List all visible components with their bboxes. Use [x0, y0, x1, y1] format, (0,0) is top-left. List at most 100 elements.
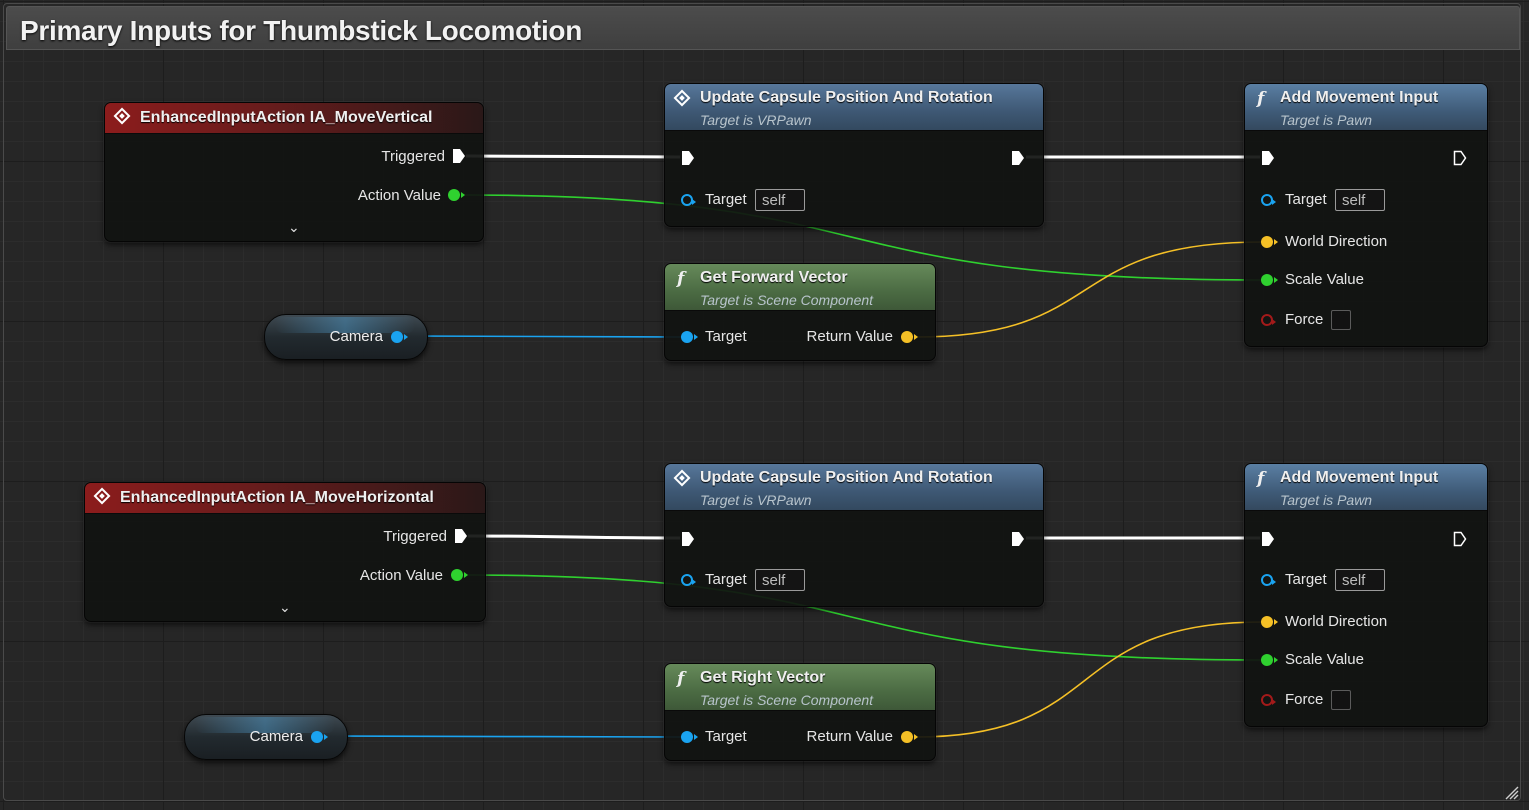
target-pin[interactable] [1261, 574, 1276, 586]
target-pin[interactable] [681, 194, 696, 206]
node-title: Get Right Vector [700, 669, 826, 686]
target-label: Target [1285, 191, 1327, 208]
triggered-exec-pin[interactable] [452, 148, 466, 164]
target-pin[interactable] [681, 331, 698, 343]
target-label: Target [705, 571, 747, 588]
object-wire[interactable] [325, 735, 683, 738]
node-title: EnhancedInputAction IA_MoveHorizontal [120, 489, 434, 506]
node-title: Add Movement Input [1280, 89, 1439, 106]
get-right-vector-node[interactable]: f Get Right Vector Target is Scene Compo… [664, 663, 936, 761]
target-self-field[interactable]: self [1335, 569, 1385, 591]
resize-grip-icon[interactable] [1505, 786, 1519, 800]
target-self-field[interactable]: self [1335, 189, 1385, 211]
return-value-label: Return Value [806, 728, 893, 745]
return-value-label: Return Value [806, 328, 893, 345]
force-checkbox[interactable] [1331, 310, 1351, 330]
action-value-pin[interactable] [448, 189, 465, 201]
camera-output-pin[interactable] [311, 731, 328, 743]
camera-label: Camera [249, 728, 303, 745]
exec-out-pin[interactable] [1453, 531, 1467, 547]
function-icon: f [1257, 469, 1265, 489]
exec-in-pin[interactable] [1261, 531, 1275, 547]
world-direction-label: World Direction [1285, 613, 1388, 630]
world-direction-pin[interactable] [1261, 616, 1278, 628]
node-subtitle: Target is Scene Component [700, 692, 874, 708]
exec-out-pin[interactable] [1011, 150, 1025, 166]
node-header: f Add Movement Input Target is Pawn [1245, 84, 1487, 131]
function-icon: f [677, 269, 685, 289]
function-icon: f [1257, 89, 1265, 109]
event-icon [93, 487, 111, 505]
target-label: Target [1285, 571, 1327, 588]
scale-value-pin[interactable] [1261, 654, 1278, 666]
event-node-move-vertical[interactable]: EnhancedInputAction IA_MoveVertical Trig… [104, 102, 484, 242]
expand-chevron-icon[interactable]: ⌄ [279, 599, 291, 616]
node-header: EnhancedInputAction IA_MoveVertical [105, 103, 483, 134]
node-header: Update Capsule Position And Rotation Tar… [665, 464, 1043, 511]
force-label: Force [1285, 691, 1324, 708]
node-subtitle: Target is VRPawn [700, 492, 812, 508]
scale-value-pin[interactable] [1261, 274, 1278, 286]
exec-wire[interactable] [467, 534, 681, 540]
node-header: Update Capsule Position And Rotation Tar… [665, 84, 1043, 131]
world-direction-label: World Direction [1285, 233, 1388, 250]
expand-chevron-icon[interactable]: ⌄ [288, 219, 300, 236]
vector-wire[interactable] [915, 241, 1263, 338]
exec-in-pin[interactable] [681, 531, 695, 547]
exec-out-pin[interactable] [1453, 150, 1467, 166]
force-checkbox[interactable] [1331, 690, 1351, 710]
camera-label: Camera [329, 328, 383, 345]
world-direction-pin[interactable] [1261, 236, 1278, 248]
function-icon: f [677, 669, 685, 689]
target-pin[interactable] [681, 731, 698, 743]
node-subtitle: Target is Pawn [1280, 112, 1373, 128]
exec-out-pin[interactable] [1011, 531, 1025, 547]
exec-wire[interactable] [465, 154, 681, 159]
vector-wire[interactable] [915, 621, 1263, 738]
force-pin[interactable] [1261, 694, 1276, 706]
event-icon [113, 107, 131, 125]
node-title: EnhancedInputAction IA_MoveVertical [140, 109, 433, 126]
node-header: f Get Forward Vector Target is Scene Com… [665, 264, 935, 311]
node-title: Update Capsule Position And Rotation [700, 89, 993, 106]
camera-variable-node[interactable]: Camera [184, 714, 348, 760]
node-subtitle: Target is Pawn [1280, 492, 1373, 508]
triggered-exec-pin[interactable] [454, 528, 468, 544]
target-label: Target [705, 191, 747, 208]
event-node-move-horizontal[interactable]: EnhancedInputAction IA_MoveHorizontal Tr… [84, 482, 486, 622]
action-value-pin[interactable] [451, 569, 468, 581]
target-label: Target [705, 728, 747, 745]
node-title: Add Movement Input [1280, 469, 1439, 486]
get-forward-vector-node[interactable]: f Get Forward Vector Target is Scene Com… [664, 263, 936, 361]
function-icon [673, 89, 691, 107]
node-header: f Add Movement Input Target is Pawn [1245, 464, 1487, 511]
update-capsule-node[interactable]: Update Capsule Position And Rotation Tar… [664, 83, 1044, 227]
action-value-label: Action Value [357, 187, 441, 204]
node-subtitle: Target is Scene Component [700, 292, 874, 308]
target-pin[interactable] [681, 574, 696, 586]
add-movement-input-node[interactable]: f Add Movement Input Target is Pawn Targ… [1244, 83, 1488, 347]
target-self-field[interactable]: self [755, 189, 805, 211]
exec-in-pin[interactable] [1261, 150, 1275, 166]
node-title: Update Capsule Position And Rotation [700, 469, 993, 486]
node-header: EnhancedInputAction IA_MoveHorizontal [85, 483, 485, 514]
return-value-pin[interactable] [901, 331, 918, 343]
object-wire[interactable] [405, 335, 683, 338]
action-value-label: Action Value [359, 567, 443, 584]
target-self-field[interactable]: self [755, 569, 805, 591]
node-subtitle: Target is VRPawn [700, 112, 812, 128]
camera-variable-node[interactable]: Camera [264, 314, 428, 360]
node-title: Get Forward Vector [700, 269, 848, 286]
camera-output-pin[interactable] [391, 331, 408, 343]
function-icon [673, 469, 691, 487]
triggered-label: Triggered [381, 148, 445, 165]
target-pin[interactable] [1261, 194, 1276, 206]
exec-in-pin[interactable] [681, 150, 695, 166]
node-header: f Get Right Vector Target is Scene Compo… [665, 664, 935, 711]
add-movement-input-node[interactable]: f Add Movement Input Target is Pawn Targ… [1244, 463, 1488, 727]
return-value-pin[interactable] [901, 731, 918, 743]
update-capsule-node[interactable]: Update Capsule Position And Rotation Tar… [664, 463, 1044, 607]
force-label: Force [1285, 311, 1324, 328]
force-pin[interactable] [1261, 314, 1276, 326]
target-label: Target [705, 328, 747, 345]
